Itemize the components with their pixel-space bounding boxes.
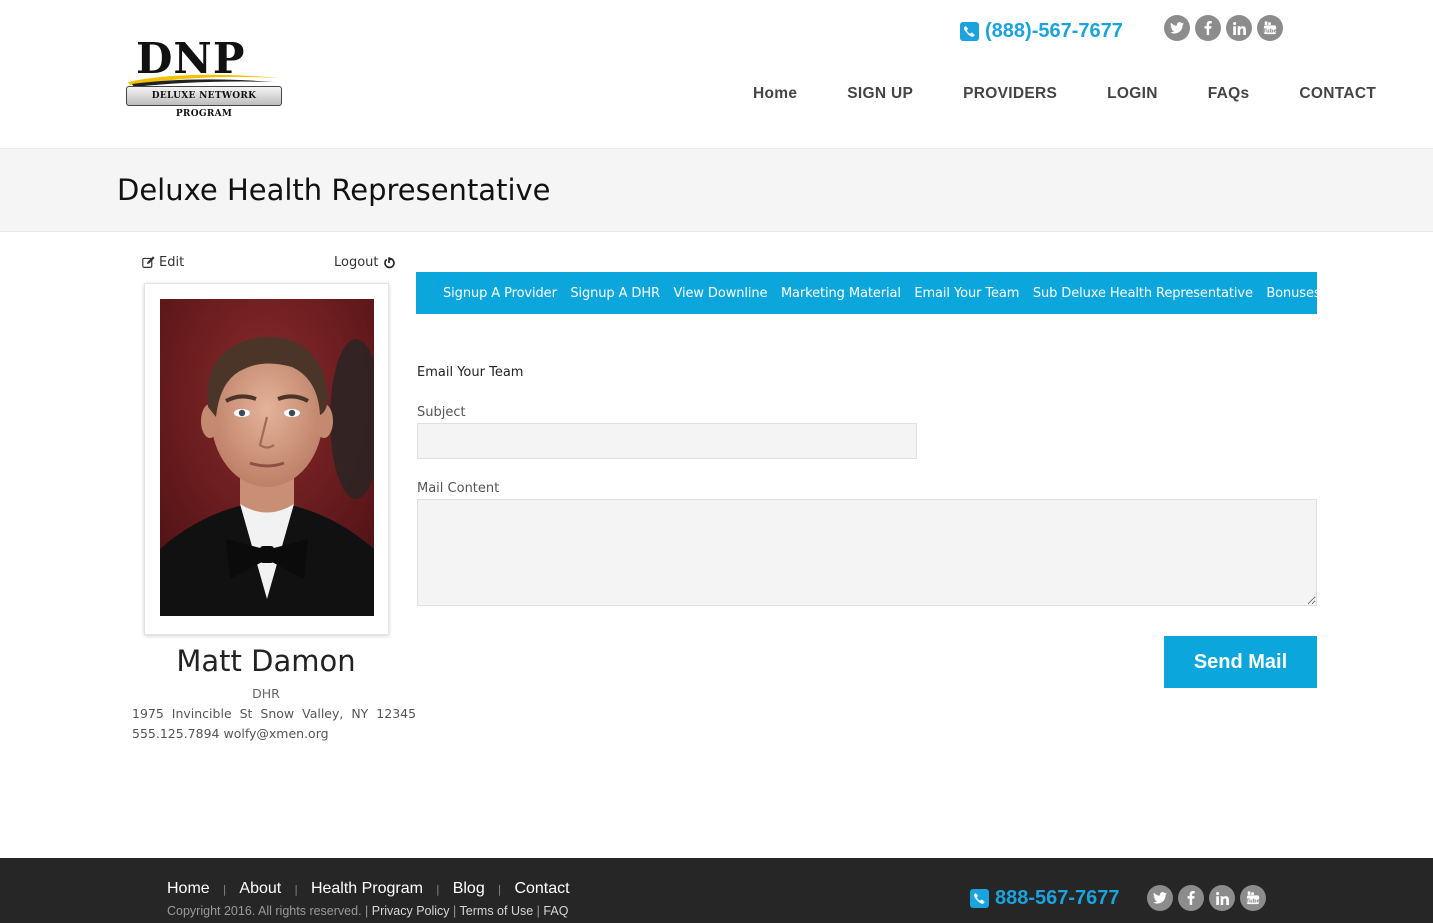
subnav-email-team[interactable]: Email Your Team (914, 286, 1019, 301)
profile-photo-card (144, 283, 389, 635)
footer-link-contact[interactable]: Contact (514, 880, 569, 898)
nav-faqs[interactable]: FAQs (1208, 84, 1250, 104)
footer-link-about[interactable]: About (239, 880, 281, 898)
nav-providers[interactable]: PROVIDERS (963, 84, 1057, 104)
footer-link-blog[interactable]: Blog (453, 880, 485, 898)
legal-separator: | (536, 904, 540, 918)
facebook-icon[interactable] (1195, 15, 1221, 41)
subnav-signup-dhr[interactable]: Signup A DHR (570, 286, 660, 301)
nav-contact[interactable]: CONTACT (1299, 84, 1376, 104)
footer-separator: | (497, 882, 502, 896)
footer-separator: | (222, 882, 227, 896)
logo-tagline: DELUXE NETWORK PROGRAM (126, 86, 282, 119)
nav-sign-up[interactable]: SIGN UP (847, 84, 913, 104)
profile-role: DHR (252, 686, 280, 701)
subnav-marketing-material[interactable]: Marketing Material (781, 286, 901, 301)
svg-text:Tube: Tube (1246, 898, 1260, 904)
subnav-signup-provider[interactable]: Signup A Provider (443, 286, 557, 301)
profile-photo (160, 299, 374, 616)
header-phone-number: (888)-567-7677 (985, 19, 1123, 42)
subnav-sub-dhr[interactable]: Sub Deluxe Health Representative (1033, 286, 1253, 301)
facebook-icon[interactable] (1178, 885, 1204, 911)
footer-social-links: Tube (1147, 885, 1266, 911)
footer-link-home[interactable]: Home (167, 880, 210, 898)
subject-input[interactable] (417, 423, 917, 459)
phone-icon (960, 21, 979, 41)
logout-label: Logout (334, 255, 379, 270)
send-mail-button[interactable]: Send Mail (1164, 636, 1317, 688)
copyright-text: Copyright 2016. All rights reserved. (167, 904, 362, 918)
profile-name: Matt Damon (176, 644, 356, 678)
terms-of-use-link[interactable]: Terms of Use (460, 904, 534, 918)
page-title-bar: Deluxe Health Representative (0, 148, 1433, 232)
linkedin-icon[interactable] (1226, 15, 1252, 41)
profile-contact: 555.125.7894 wolfy@xmen.org (132, 726, 329, 741)
footer-phone-number: 888-567-7677 (995, 887, 1120, 909)
logout-link[interactable]: Logout (334, 255, 395, 270)
mail-content-textarea[interactable] (417, 499, 1317, 606)
header-social-links: Tube (1164, 15, 1283, 41)
subnav-bonuses[interactable]: Bonuses (1266, 286, 1320, 301)
privacy-policy-link[interactable]: Privacy Policy (372, 904, 450, 918)
svg-text:Tube: Tube (1263, 28, 1277, 34)
site-footer: Home | About | Health Program | Blog | C… (0, 858, 1433, 923)
site-logo[interactable]: DNP DELUXE NETWORK PROGRAM (124, 34, 284, 119)
nav-login[interactable]: LOGIN (1107, 84, 1158, 104)
profile-phone: 555.125.7894 (132, 726, 220, 741)
subject-label: Subject (417, 405, 466, 420)
form-heading: Email Your Team (417, 365, 524, 380)
youtube-icon[interactable]: Tube (1257, 15, 1283, 41)
mail-content-label: Mail Content (417, 481, 500, 496)
profile-email[interactable]: wolfy@xmen.org (223, 726, 328, 741)
edit-label: Edit (159, 255, 185, 270)
profile-address: 1975 Invincible St Snow Valley, NY 12345 (132, 706, 417, 721)
phone-icon (970, 889, 989, 908)
footer-nav: Home | About | Health Program | Blog | C… (167, 880, 570, 898)
copyright-line: Copyright 2016. All rights reserved. | P… (167, 904, 568, 918)
legal-separator: | (365, 904, 369, 918)
page-title: Deluxe Health Representative (117, 173, 551, 207)
edit-icon (142, 256, 155, 268)
edit-profile-link[interactable]: Edit (142, 255, 184, 270)
nav-home[interactable]: Home (753, 84, 797, 104)
main-nav: Home SIGN UP PROVIDERS LOGIN FAQs CONTAC… (753, 84, 1376, 104)
dashboard-subnav: Signup A Provider Signup A DHR View Down… (416, 272, 1321, 314)
power-icon (383, 256, 395, 268)
legal-separator: | (453, 904, 457, 918)
twitter-icon[interactable] (1164, 15, 1190, 41)
footer-link-health-program[interactable]: Health Program (311, 880, 423, 898)
faq-link[interactable]: FAQ (543, 904, 568, 918)
footer-separator: | (435, 882, 440, 896)
twitter-icon[interactable] (1147, 885, 1173, 911)
footer-separator: | (294, 882, 298, 896)
header-phone[interactable]: (888)-567-7677 (960, 18, 1123, 44)
logo-wordmark: DNP (136, 34, 246, 83)
subnav-view-downline[interactable]: View Downline (673, 286, 767, 301)
youtube-icon[interactable]: Tube (1240, 885, 1266, 911)
site-header: DNP DELUXE NETWORK PROGRAM (888)-567-767… (0, 0, 1433, 148)
footer-phone[interactable]: 888-567-7677 (970, 887, 1120, 910)
linkedin-icon[interactable] (1209, 885, 1235, 911)
